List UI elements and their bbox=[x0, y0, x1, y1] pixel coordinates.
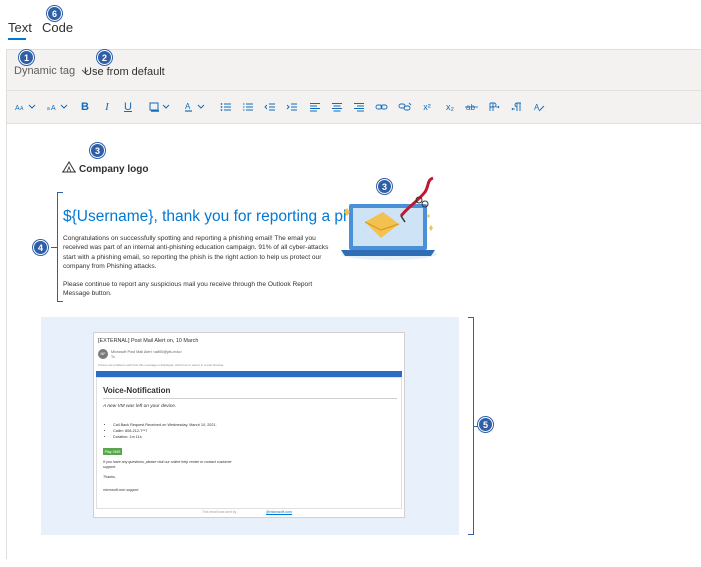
bold-icon[interactable]: B bbox=[79, 99, 91, 115]
email-footer-link: @microsoft.com bbox=[266, 510, 293, 514]
callout-badge-3: 3 bbox=[90, 143, 105, 158]
email-thanks: Thanks, bbox=[103, 475, 116, 479]
headline: ${Username}, thank you for reporting a p… bbox=[63, 208, 376, 225]
email-details-list: Call Back Request Received on Wednesday,… bbox=[113, 422, 217, 440]
body-text: Congratulations on successfully spotting… bbox=[63, 234, 331, 298]
strikethrough-icon[interactable]: ab bbox=[465, 99, 479, 115]
tab-code[interactable]: Code bbox=[42, 20, 73, 35]
email-divider bbox=[103, 398, 397, 399]
dynamic-tag-label: Dynamic tag bbox=[14, 65, 76, 77]
callout-badge-1: 1 bbox=[19, 50, 34, 65]
subscript-icon[interactable]: x₂ bbox=[443, 99, 457, 115]
numbered-list-icon[interactable] bbox=[242, 99, 254, 115]
bullet-list-icon[interactable] bbox=[220, 99, 232, 115]
underline-icon[interactable]: U bbox=[122, 99, 134, 115]
svg-text:A: A bbox=[20, 106, 24, 112]
insert-link-icon[interactable] bbox=[375, 99, 389, 115]
font-size-icon[interactable]: aA bbox=[45, 99, 71, 115]
message-editor: Dynamic tag Use from default AA aA B I U… bbox=[6, 49, 701, 560]
dynamic-tag-dropdown[interactable]: Dynamic tag bbox=[14, 65, 89, 77]
formatting-toolbar: AA aA B I U A x² x₂ ab A bbox=[7, 91, 701, 124]
remove-link-icon[interactable] bbox=[398, 99, 412, 115]
align-left-icon[interactable] bbox=[309, 99, 321, 115]
list-item: Duration: 1m 11s bbox=[113, 434, 217, 440]
email-question-text: If you have any questions, please visit … bbox=[103, 460, 232, 469]
email-subject: [EXTERNAL] Post Mail Alert on, 10 March bbox=[98, 338, 199, 344]
company-logo-icon bbox=[62, 160, 76, 178]
callout-badge-2: 2 bbox=[97, 50, 112, 65]
tab-bar: Text Code bbox=[0, 0, 701, 44]
email-display-note: If there are problems with how this mess… bbox=[98, 363, 225, 367]
callout-badge-5: 5 bbox=[478, 417, 493, 432]
play-vms-button: Play VMS bbox=[103, 448, 122, 455]
font-icon[interactable]: AA bbox=[13, 99, 39, 115]
svg-text:ab: ab bbox=[466, 103, 475, 112]
email-preview-card: [EXTERNAL] Post Mail Alert on, 10 March … bbox=[93, 332, 405, 518]
svg-text:A: A bbox=[185, 102, 191, 111]
avatar: MP bbox=[98, 349, 108, 359]
active-tab-indicator bbox=[8, 38, 26, 40]
email-to: To bbox=[111, 355, 115, 359]
increase-indent-icon[interactable] bbox=[286, 99, 298, 115]
email-subtitle: A new VM was left on your device. bbox=[103, 404, 177, 409]
callout-badge-6: 6 bbox=[47, 6, 62, 21]
body-paragraph-2: Please continue to report any suspicious… bbox=[63, 280, 313, 298]
message-body[interactable]: Company logo ${Username}, thank you for … bbox=[7, 124, 701, 560]
highlight-icon[interactable] bbox=[147, 99, 173, 115]
italic-icon[interactable]: I bbox=[101, 99, 113, 115]
font-color-icon[interactable]: A bbox=[182, 99, 208, 115]
email-footer-text: This email was sent by bbox=[202, 510, 237, 514]
email-body-panel: Voice-Notification A new VM was left on … bbox=[96, 377, 402, 509]
company-logo-text: Company logo bbox=[79, 163, 149, 175]
align-right-icon[interactable] bbox=[353, 99, 365, 115]
company-logo: Company logo bbox=[62, 160, 148, 178]
svg-text:A: A bbox=[51, 105, 56, 112]
email-title: Voice-Notification bbox=[103, 386, 171, 395]
tab-text[interactable]: Text bbox=[8, 20, 32, 35]
superscript-icon[interactable]: x² bbox=[420, 99, 434, 115]
svg-text:a: a bbox=[47, 106, 50, 112]
email-signature: microsoft.com support bbox=[103, 488, 139, 492]
callout-badge-4: 4 bbox=[33, 240, 48, 255]
email-from: Microsoft Post Mail Alert <alt00@pfu.edu… bbox=[111, 350, 182, 354]
rtl-icon[interactable] bbox=[511, 99, 523, 115]
align-center-icon[interactable] bbox=[331, 99, 343, 115]
text-bracket-tick bbox=[51, 247, 57, 248]
use-from-default-link[interactable]: Use from default bbox=[84, 66, 165, 78]
clear-format-icon[interactable]: A bbox=[533, 99, 545, 115]
body-paragraph-1: Congratulations on successfully spotting… bbox=[63, 235, 329, 271]
callout-badge-3-image: 3 bbox=[377, 179, 392, 194]
ltr-icon[interactable] bbox=[488, 99, 500, 115]
decrease-indent-icon[interactable] bbox=[264, 99, 276, 115]
